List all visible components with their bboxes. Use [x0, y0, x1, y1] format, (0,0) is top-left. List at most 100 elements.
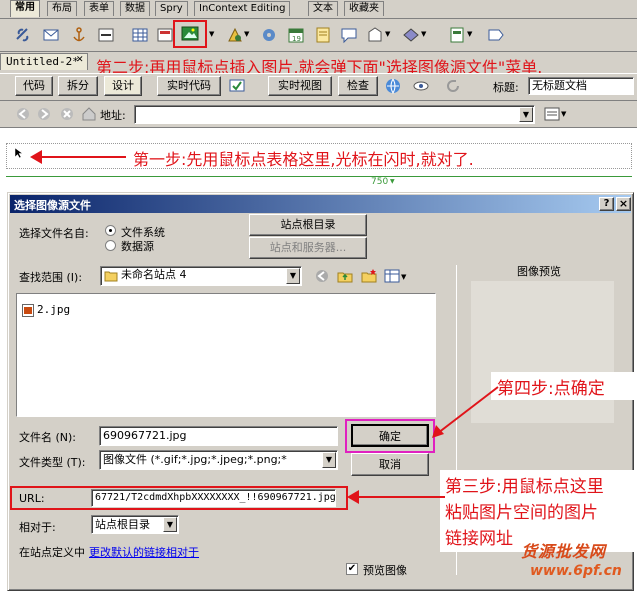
help-button[interactable]: ? — [599, 197, 614, 211]
server-side-include-icon[interactable] — [314, 26, 332, 44]
site-root-button[interactable]: 站点根目录 — [249, 214, 367, 236]
preview-checkbox-label: 预览图像 — [363, 564, 407, 577]
tab-forms[interactable]: 表单 — [84, 1, 114, 16]
filename-label: 文件名 (N): — [19, 431, 77, 444]
new-folder-icon[interactable] — [360, 267, 378, 285]
inspect-button[interactable]: 检查 — [338, 76, 378, 96]
step4-arrow — [432, 386, 499, 438]
table-icon[interactable] — [131, 26, 149, 44]
document-tab[interactable]: Untitled-2* — [0, 53, 88, 70]
chevron-down-icon[interactable]: ▼ — [561, 110, 566, 118]
title-input[interactable]: 无标题文档 — [528, 77, 634, 95]
insert-bar: 常用 布局 表单 数据 Spry InContext Editing 文本 收藏… — [0, 0, 637, 19]
date-icon[interactable]: 19 — [287, 26, 305, 44]
chevron-down-icon[interactable]: ▼ — [163, 517, 177, 532]
close-icon[interactable]: ✕ — [76, 55, 84, 65]
filetype-select[interactable]: 图像文件 (*.gif;*.jpg;*.jpeg;*.png;* ▼ — [99, 450, 338, 470]
radio-datasource-label: 数据源 — [121, 240, 154, 253]
chevron-down-icon[interactable]: ▼ — [209, 30, 214, 38]
dialog-title-bar[interactable]: 选择图像源文件 ? × — [10, 195, 631, 213]
jpg-file-icon — [22, 304, 34, 317]
address-label: 地址: — [100, 109, 126, 122]
file-list[interactable]: 2.jpg — [16, 293, 436, 417]
folder-icon — [104, 271, 118, 282]
step1-annotation: 第一步:先用鼠标点表格这里,光标在闪时,就对了. — [133, 150, 474, 169]
visual-aids-icon[interactable] — [412, 77, 430, 95]
step3-arrow-line — [357, 496, 445, 498]
tab-spry[interactable]: Spry — [155, 1, 188, 16]
back-arrow-icon[interactable] — [14, 105, 32, 123]
refresh-icon[interactable] — [444, 77, 462, 95]
tab-incontext-editing[interactable]: InContext Editing — [194, 1, 291, 16]
document-tab-title: Untitled-2* — [6, 55, 79, 68]
file-item[interactable]: 2.jpg — [37, 303, 70, 316]
hyperlink-icon[interactable] — [14, 26, 32, 44]
design-view-button[interactable]: 设计 — [104, 76, 142, 96]
email-link-icon[interactable] — [42, 26, 60, 44]
step1-arrow-line — [38, 156, 126, 158]
live-code-button[interactable]: 实时代码 — [157, 76, 221, 96]
relative-value: 站点根目录 — [95, 518, 150, 531]
address-input[interactable]: ▼ — [134, 105, 535, 124]
look-in-value: 未命名站点 4 — [121, 268, 187, 281]
radio-datasource[interactable] — [105, 240, 116, 251]
relative-select[interactable]: 站点根目录 ▼ — [91, 515, 179, 534]
home-icon[interactable] — [80, 105, 98, 123]
named-anchor-icon[interactable] — [70, 26, 88, 44]
insert-div-icon[interactable] — [156, 26, 174, 44]
chevron-down-icon[interactable]: ▼ — [244, 30, 249, 38]
view-menu-icon[interactable] — [383, 267, 401, 285]
step3-line2: 粘贴图片空间的图片 — [445, 503, 598, 523]
url-label: URL: — [19, 492, 45, 505]
chevron-down-icon[interactable]: ▼ — [401, 273, 406, 281]
forward-arrow-icon[interactable] — [35, 105, 53, 123]
tab-common[interactable]: 常用 — [10, 0, 40, 17]
media-icon[interactable] — [226, 26, 244, 44]
tab-text[interactable]: 文本 — [308, 1, 338, 16]
close-button[interactable]: × — [616, 197, 631, 211]
stop-icon[interactable] — [58, 105, 76, 123]
title-label: 标题: — [493, 81, 519, 94]
cancel-button[interactable]: 取消 — [351, 453, 429, 476]
chevron-down-icon[interactable]: ▼ — [322, 452, 336, 468]
back-folder-icon[interactable] — [313, 267, 331, 285]
insert-toolbar: ▼ ▼ 19 ▼ ▼ ▼ — [0, 20, 637, 50]
watermark-url: www.6pf.cn — [530, 563, 622, 579]
comment-icon[interactable] — [340, 26, 358, 44]
browser-menu-icon[interactable] — [543, 105, 561, 123]
chevron-down-icon[interactable]: ▼ — [421, 30, 426, 38]
ok-button[interactable]: 确定 — [351, 424, 429, 447]
templates-icon[interactable] — [448, 26, 466, 44]
horizontal-rule-icon[interactable] — [97, 26, 115, 44]
filename-input[interactable]: 690967721.jpg — [99, 426, 338, 446]
insert-image-icon[interactable] — [181, 25, 199, 43]
code-view-button[interactable]: 代码 — [15, 76, 53, 96]
change-link-relative-link[interactable]: 更改默认的链接相对于 — [89, 544, 199, 560]
tab-layout[interactable]: 布局 — [47, 1, 77, 16]
preview-checkbox[interactable]: ✔ — [346, 563, 358, 575]
step3-line3: 链接网址 — [445, 529, 513, 549]
look-in-select[interactable]: 未命名站点 4 ▼ — [100, 266, 302, 286]
chevron-down-icon[interactable]: ▼ — [286, 268, 300, 284]
url-input[interactable]: 67721/T2cdmdXhpbXXXXXXXX_!!690967721.jpg — [91, 489, 336, 507]
head-icon[interactable] — [366, 26, 384, 44]
chevron-down-icon[interactable]: ▼ — [519, 107, 533, 122]
chevron-down-icon[interactable]: ▼ — [385, 30, 390, 38]
tab-favorites[interactable]: 收藏夹 — [344, 1, 384, 16]
gear-icon[interactable] — [260, 26, 278, 44]
site-server-button[interactable]: 站点和服务器... — [249, 237, 367, 259]
step3-arrow-head — [347, 490, 359, 504]
live-view-button[interactable]: 实时视图 — [268, 76, 332, 96]
step2-arrow-line — [100, 48, 102, 56]
tag-chooser-icon[interactable] — [487, 26, 505, 44]
globe-icon[interactable] — [384, 77, 402, 95]
chevron-down-icon[interactable]: ▼ — [467, 30, 472, 38]
script-icon[interactable] — [402, 26, 420, 44]
relative-label: 相对于: — [19, 521, 56, 534]
browser-check-icon[interactable] — [228, 77, 246, 95]
tab-data[interactable]: 数据 — [120, 1, 150, 16]
watermark-logo: 货源批发网 — [521, 542, 607, 561]
split-view-button[interactable]: 拆分 — [58, 76, 98, 96]
up-folder-icon[interactable] — [336, 267, 354, 285]
radio-filesystem[interactable] — [105, 225, 116, 236]
